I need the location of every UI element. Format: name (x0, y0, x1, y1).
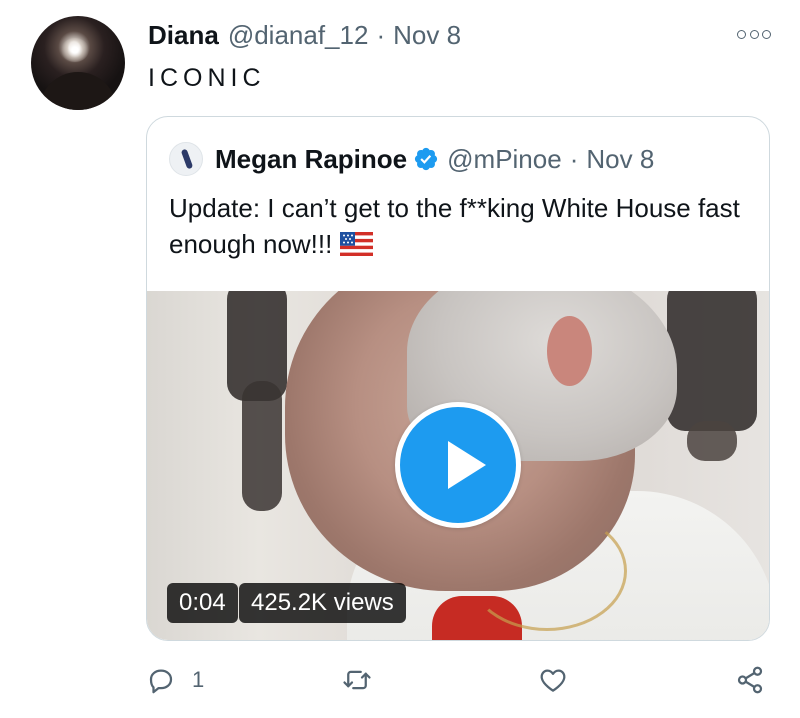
video-views-badge: 425.2K views (239, 583, 406, 623)
reply-button[interactable]: 1 (146, 658, 204, 702)
video-subject-necklace (467, 511, 627, 631)
quoted-tweet-card[interactable]: Megan Rapinoe @mPinoe · Nov 8 Update: I … (146, 116, 770, 641)
header-separator: · (376, 20, 386, 50)
quoted-tweet-text-block: Update: I can’t get to the f**king White… (169, 190, 759, 262)
more-dot (762, 29, 771, 39)
tweet-text: ICONIC (148, 64, 266, 92)
tweet-header: Diana @dianaf_12 · Nov 8 (148, 20, 461, 54)
author-avatar[interactable] (31, 16, 125, 110)
video-player[interactable]: 0:04 425.2K views (147, 291, 769, 640)
more-options-icon[interactable] (737, 24, 771, 44)
video-subject-ear (547, 316, 592, 386)
avatar-light-glint (61, 38, 89, 62)
more-dot (749, 29, 759, 39)
quoted-author-handle: @mPinoe (447, 143, 562, 174)
quoted-tweet-date: Nov 8 (586, 143, 655, 174)
author-display-name[interactable]: Diana (148, 20, 219, 51)
play-button[interactable] (395, 402, 521, 528)
avatar-silhouette (39, 72, 117, 110)
retweet-icon (343, 670, 371, 690)
tweet-action-bar: 1 (0, 650, 800, 710)
quoted-author-display-name: Megan Rapinoe (215, 143, 408, 174)
like-button[interactable] (538, 658, 568, 702)
retweet-button[interactable] (342, 658, 372, 702)
share-button[interactable] (735, 658, 765, 702)
reply-count: 1 (192, 667, 205, 692)
us-flag-emoji (340, 232, 374, 256)
author-handle[interactable]: @dianaf_12 (228, 20, 369, 51)
share-icon (737, 666, 763, 694)
reply-icon (149, 669, 173, 694)
quoted-tweet-header: Megan Rapinoe @mPinoe · Nov 8 (169, 139, 654, 179)
quoted-header-separator: · (569, 143, 579, 174)
quoted-tweet-text: Update: I can’t get to the f**king White… (169, 193, 740, 259)
background-person (242, 381, 282, 511)
background-person (687, 421, 737, 461)
heart-icon (540, 669, 566, 692)
tweet-date[interactable]: Nov 8 (393, 20, 461, 51)
verified-badge-icon (415, 147, 438, 171)
video-duration-badge: 0:04 (167, 583, 238, 623)
play-icon (448, 441, 486, 489)
more-dot (737, 29, 746, 39)
quoted-author-avatar (169, 142, 203, 176)
background-person (667, 291, 757, 431)
